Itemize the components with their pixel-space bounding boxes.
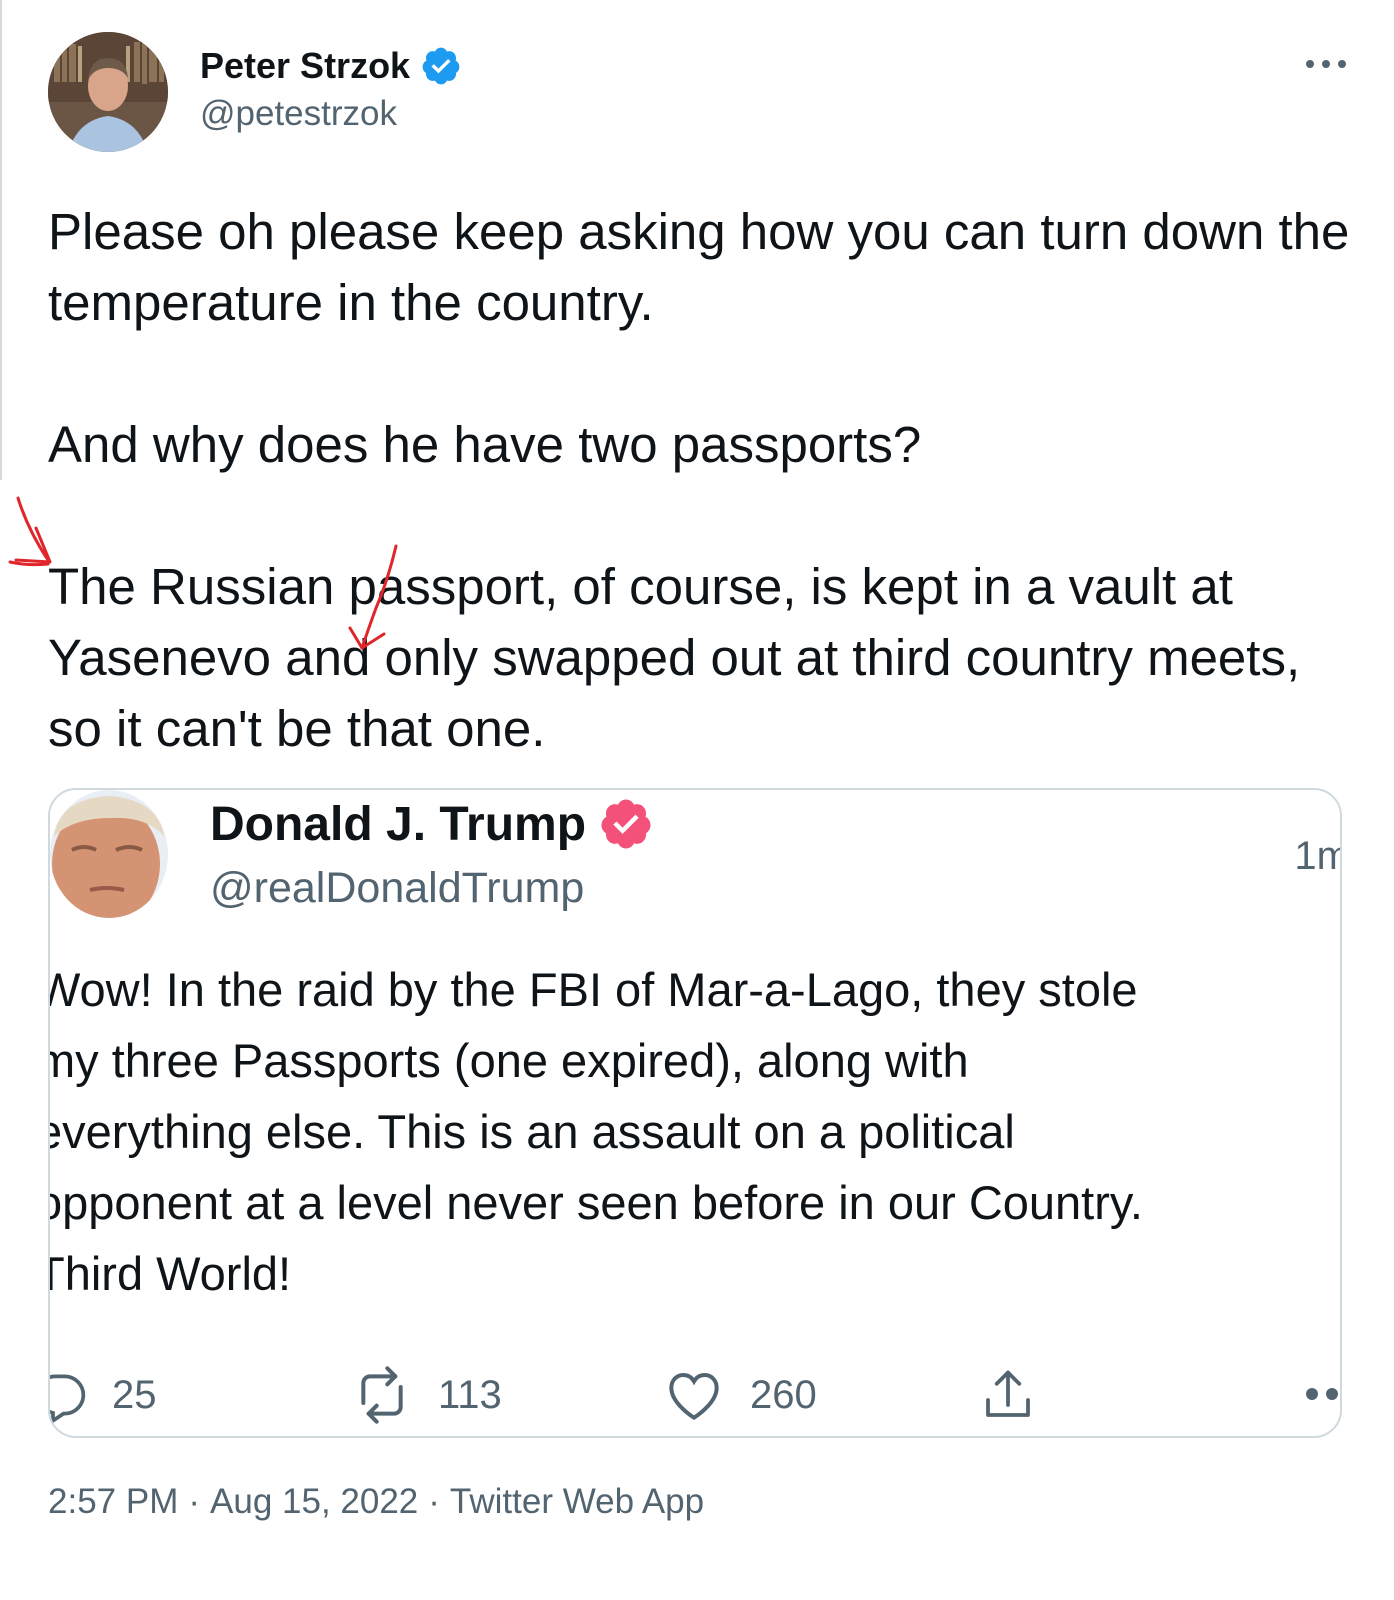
- heart-icon: [669, 1372, 719, 1421]
- red-arrow-mark: [16, 496, 50, 562]
- quoted-tweet-card[interactable]: Donald J. Trump @realDonaldTrump 1m Wow!…: [48, 788, 1342, 1438]
- quoted-author-name[interactable]: Donald J. Trump: [210, 797, 586, 852]
- author-handle[interactable]: @petestrzok: [200, 94, 462, 134]
- like-count: 260: [750, 1372, 817, 1417]
- share-button[interactable]: [978, 1360, 1038, 1430]
- tweet-paragraph-1: Please oh please keep asking how you can…: [48, 203, 1350, 331]
- share-icon: [986, 1370, 1030, 1417]
- reply-button[interactable]: 25: [50, 1360, 157, 1430]
- quoted-profile-photo: [50, 790, 168, 918]
- retweet-icon: [361, 1366, 403, 1424]
- verified-badge-icon: [422, 47, 460, 85]
- quoted-text-line: my three Passports (one expired), along …: [48, 1034, 969, 1087]
- verified-badge-icon: [601, 799, 651, 849]
- quoted-author-handle[interactable]: @realDonaldTrump: [210, 864, 584, 913]
- red-arrow-mark: [8, 560, 50, 567]
- quoted-tweet-text: Wow! In the raid by the FBI of Mar-a-Lag…: [48, 954, 1340, 1309]
- tweet-paragraph-2: And why does he have two passports?: [48, 416, 922, 473]
- tweet-paragraph-3: The Russian passport, of course, is kept…: [48, 558, 1301, 757]
- quoted-timestamp[interactable]: 1m: [1294, 834, 1340, 879]
- author-avatar[interactable]: [48, 32, 168, 152]
- retweet-count: 113: [438, 1372, 502, 1417]
- like-button[interactable]: 260: [662, 1360, 817, 1430]
- reply-icon: [50, 1374, 86, 1423]
- retweet-button[interactable]: 113: [350, 1360, 502, 1430]
- reply-count: 25: [112, 1372, 157, 1417]
- quoted-text-line: Third World!: [48, 1247, 292, 1300]
- red-arrow-mark: [14, 526, 52, 564]
- quoted-text-line: opponent at a level never seen before in…: [48, 1176, 1143, 1229]
- quoted-more-icon[interactable]: [1306, 1388, 1340, 1402]
- footer-separator: ·: [428, 1482, 440, 1521]
- more-options-icon[interactable]: [1306, 56, 1346, 72]
- tweet-date[interactable]: Aug 15, 2022: [210, 1482, 418, 1522]
- left-divider: [0, 0, 2, 480]
- author-name[interactable]: Peter Strzok: [200, 45, 410, 87]
- author-name-row: Peter Strzok: [200, 44, 462, 88]
- tweet-text: Please oh please keep asking how you can…: [48, 196, 1358, 764]
- profile-photo: [48, 32, 168, 152]
- quoted-text-line: Wow! In the raid by the FBI of Mar-a-Lag…: [48, 963, 1138, 1016]
- quoted-name-row: Donald J. Trump: [210, 796, 654, 852]
- quoted-author-avatar[interactable]: [50, 790, 168, 918]
- tweet-footer: 2:57 PM · Aug 15, 2022 · Twitter Web App: [48, 1482, 704, 1522]
- author-block: Peter Strzok @petestrzok: [200, 44, 462, 134]
- tweet-time[interactable]: 2:57 PM: [48, 1482, 178, 1522]
- quoted-action-bar: 25 113 260: [50, 1360, 1340, 1430]
- tweet-source[interactable]: Twitter Web App: [450, 1482, 704, 1522]
- footer-separator: ·: [188, 1482, 201, 1521]
- quoted-text-line: everything else. This is an assault on a…: [48, 1105, 1015, 1158]
